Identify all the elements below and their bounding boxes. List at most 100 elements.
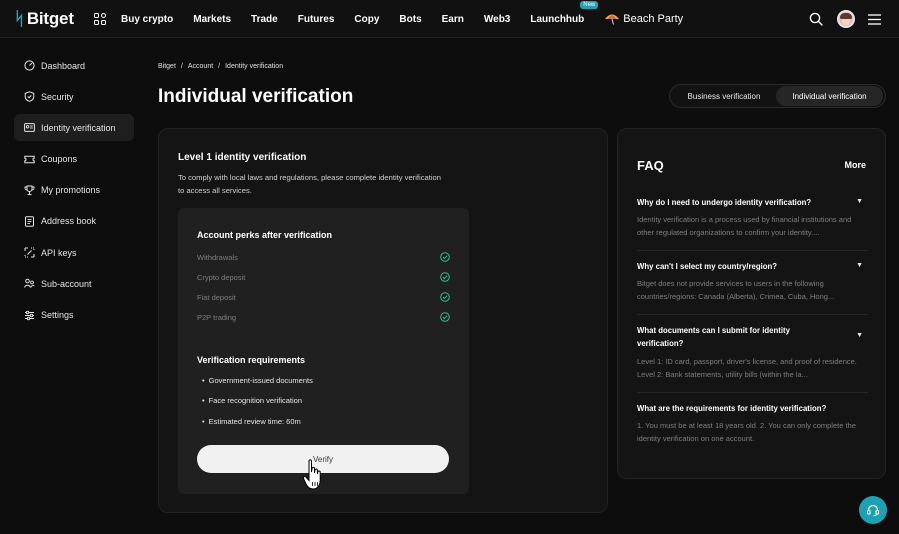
faq-answer: Identity verification is a process used …	[637, 215, 852, 237]
nav-beach-party[interactable]: Beach Party	[604, 13, 683, 25]
sidebar-item-identity-verification[interactable]: Identity verification	[14, 114, 134, 142]
breadcrumb-separator: /	[180, 63, 183, 70]
faq-divider	[637, 392, 868, 393]
perk-row: Withdrawals	[197, 250, 450, 264]
sidebar-item-label: My promotions	[41, 185, 101, 196]
sidebar-item-dashboard[interactable]: Dashboard	[14, 52, 134, 79]
verification-type-toggle: Business verification Individual verific…	[669, 84, 886, 108]
nav-trade[interactable]: Trade	[251, 14, 278, 25]
nav-launchhub-label: Launchhub	[530, 13, 585, 25]
new-badge: New	[580, 0, 599, 9]
nav-markets[interactable]: Markets	[193, 14, 231, 25]
individual-verification-tab[interactable]: Individual verification	[776, 86, 883, 106]
perk-label: P2P trading	[197, 312, 237, 322]
perk-row: Crypto deposit	[197, 270, 450, 284]
perks-title: Account perks after verification	[197, 230, 333, 240]
sidebar-item-label: Address book	[41, 216, 97, 227]
breadcrumb-bitget[interactable]: Bitget	[158, 63, 176, 70]
address-book-icon	[25, 216, 34, 227]
hand-cursor-icon	[302, 459, 321, 490]
sidebar-item-api-keys[interactable]: API keys	[14, 239, 134, 266]
headset-icon	[866, 504, 880, 517]
nav-launchhub[interactable]: Launchhub New	[530, 0, 599, 25]
sidebar-item-coupons[interactable]: Coupons	[14, 146, 134, 173]
faq-answer: 1. You must be at least 18 years old. 2.…	[637, 421, 856, 443]
nav-right	[809, 10, 881, 28]
perk-label: Fiat deposit	[197, 292, 236, 302]
account-sidebar: Dashboard Security Identity verification…	[14, 52, 134, 333]
sidebar-item-label: Sub-account	[41, 278, 92, 289]
bitget-logo-mark-icon: ᛋ	[14, 9, 25, 29]
perk-row: Fiat deposit	[197, 290, 450, 304]
breadcrumb-current: Identity verification	[225, 63, 284, 70]
perk-label: Crypto deposit	[197, 272, 246, 282]
menu-icon[interactable]	[868, 13, 881, 25]
faq-answer: Level 1: ID card, passport, driver's lic…	[637, 357, 857, 379]
check-circle-icon	[440, 272, 450, 282]
faq-panel: FAQ More Why do I need to undergo identi…	[617, 128, 886, 479]
requirement-item: Government-issued documents	[202, 376, 313, 385]
umbrella-icon	[605, 14, 620, 25]
nav-web3[interactable]: Web3	[484, 14, 511, 25]
faq-question[interactable]: Why do I need to undergo identity verifi…	[637, 196, 847, 209]
sidebar-item-label: Identity verification	[41, 122, 116, 133]
caret-down-icon[interactable]: ▼	[856, 198, 863, 205]
support-chat-button[interactable]	[859, 496, 887, 524]
sidebar-item-label: Settings	[41, 310, 74, 320]
dashboard-icon	[24, 60, 35, 71]
avatar-hair	[840, 13, 852, 19]
caret-down-icon[interactable]: ▼	[856, 332, 863, 339]
perk-label: Withdrawals	[197, 252, 238, 262]
nav-bots[interactable]: Bots	[399, 14, 421, 25]
coupon-icon	[24, 155, 35, 163]
trophy-icon	[24, 185, 35, 195]
level1-description: To comply with local laws and regulation…	[178, 173, 441, 195]
nav-copy[interactable]: Copy	[354, 14, 379, 25]
settings-icon	[25, 310, 34, 320]
bitget-logo[interactable]: ᛋ Bitget	[14, 9, 74, 29]
perk-row: P2P trading	[197, 310, 450, 324]
apps-icon[interactable]	[94, 13, 106, 25]
sidebar-item-label: Security	[41, 91, 74, 102]
sidebar-item-settings[interactable]: Settings	[14, 302, 134, 329]
requirement-item: Estimated review time: 60m	[202, 417, 301, 426]
requirement-item: Face recognition verification	[202, 396, 302, 405]
perks-panel: Account perks after verification Withdra…	[178, 208, 469, 494]
avatar[interactable]	[837, 10, 855, 28]
faq-question[interactable]: Why can't I select my country/region?	[637, 260, 847, 273]
faq-question[interactable]: What are the requirements for identity v…	[637, 402, 847, 415]
sidebar-item-label: API keys	[41, 247, 77, 258]
shield-icon	[24, 91, 35, 103]
level1-card: Level 1 identity verification To comply …	[158, 128, 608, 513]
api-icon	[24, 247, 35, 258]
business-verification-tab[interactable]: Business verification	[672, 86, 776, 106]
faq-more-link[interactable]: More	[844, 160, 866, 170]
sidebar-item-label: Dashboard	[41, 60, 86, 71]
breadcrumb: Bitget / Account / Identity verification	[158, 63, 283, 70]
nav-futures[interactable]: Futures	[298, 14, 335, 25]
faq-divider	[637, 314, 868, 315]
level1-title: Level 1 identity verification	[178, 152, 307, 163]
caret-down-icon[interactable]: ▼	[856, 262, 863, 269]
nav-buy-crypto[interactable]: Buy crypto	[121, 14, 173, 25]
sidebar-item-security[interactable]: Security	[14, 83, 134, 110]
breadcrumb-separator: /	[218, 63, 221, 70]
faq-divider	[637, 250, 868, 251]
logo-text: Bitget	[26, 9, 74, 28]
faq-title: FAQ	[637, 158, 664, 173]
sidebar-item-my-promotions[interactable]: My promotions	[14, 177, 134, 204]
page-title: Individual verification	[158, 86, 354, 107]
nav-earn[interactable]: Earn	[442, 14, 464, 25]
beach-party-label: Beach Party	[623, 13, 684, 25]
search-icon[interactable]	[809, 12, 823, 26]
top-nav: ᛋ Bitget Buy crypto Markets Trade Future…	[0, 0, 899, 38]
id-card-icon	[24, 123, 35, 133]
check-circle-icon	[440, 312, 450, 322]
requirements-title: Verification requirements	[197, 355, 306, 365]
faq-question[interactable]: What documents can I submit for identity…	[637, 324, 827, 350]
sidebar-item-sub-account[interactable]: Sub-account	[14, 270, 134, 297]
faq-answer: Bitget does not provide services to user…	[637, 279, 835, 301]
sidebar-item-address-book[interactable]: Address book	[14, 208, 134, 235]
sidebar-item-label: Coupons	[41, 154, 78, 165]
breadcrumb-account[interactable]: Account	[188, 63, 213, 70]
